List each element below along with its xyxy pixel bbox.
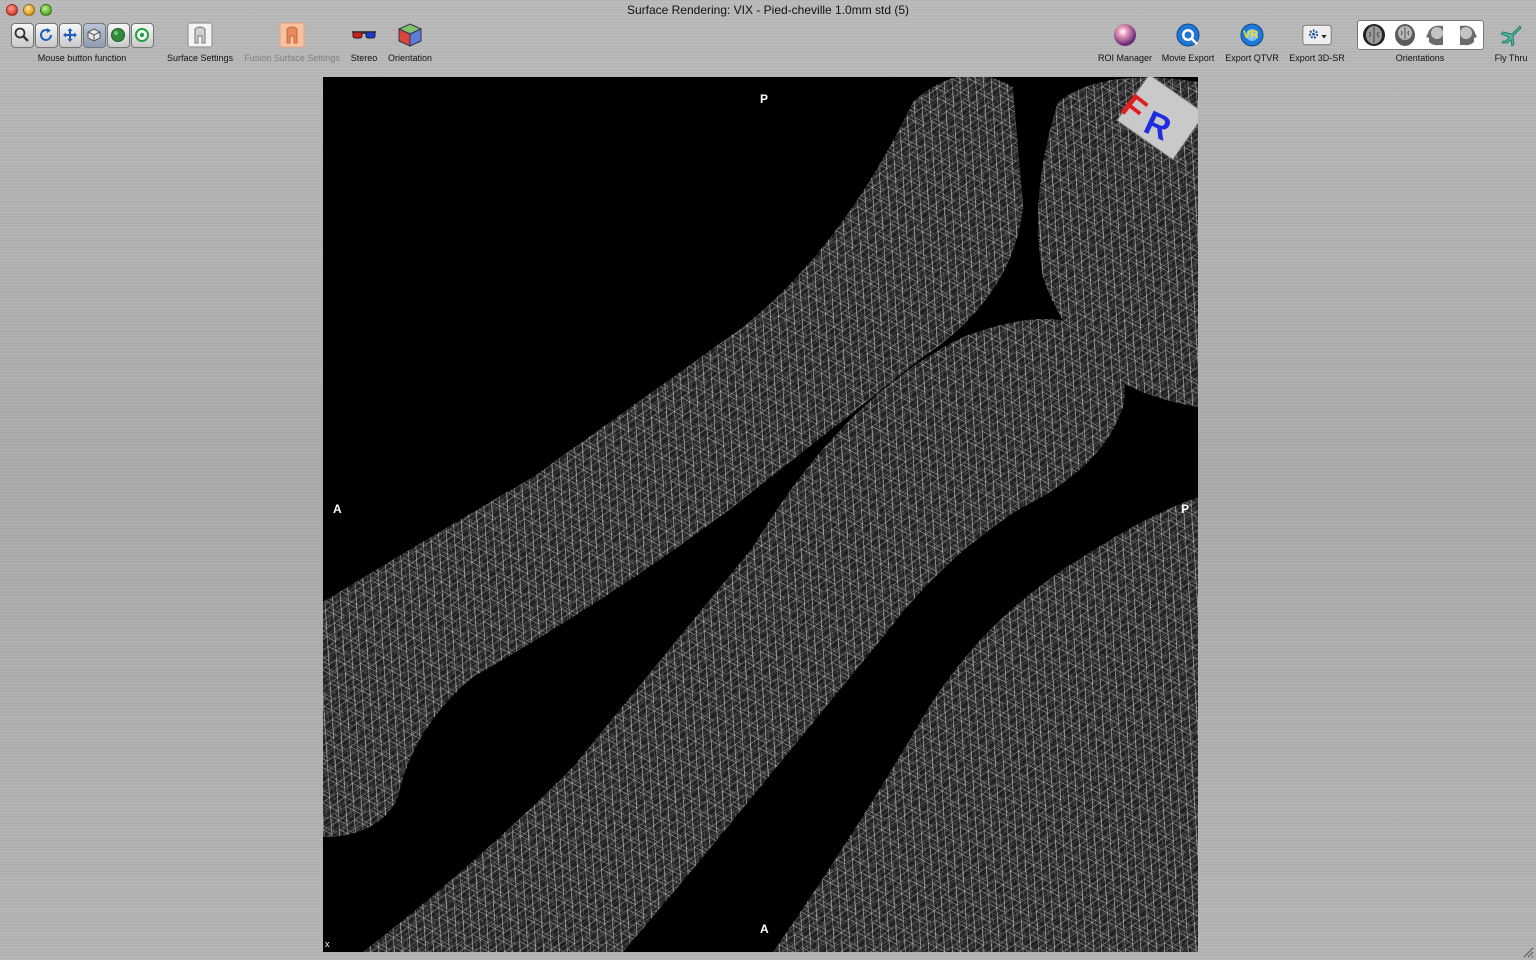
pan-tool-button[interactable] — [58, 22, 82, 48]
fusion-surface-settings-icon — [277, 20, 307, 50]
window-controls — [6, 4, 52, 16]
orientation-label-left: A — [333, 502, 342, 516]
window-title: Surface Rendering: VIX - Pied-cheville 1… — [626, 3, 910, 17]
stereo-button[interactable]: Stereo — [346, 20, 382, 63]
target-icon — [135, 28, 149, 42]
surface-rendering-window: Surface Rendering: VIX - Pied-cheville 1… — [0, 0, 1536, 960]
pan-icon — [63, 28, 77, 42]
coronal-orientation-button[interactable] — [1390, 20, 1420, 50]
axial-orientation-button[interactable] — [1359, 20, 1389, 50]
sagittal-right-orientation-button[interactable] — [1452, 20, 1482, 50]
roi-sphere-icon — [1110, 20, 1140, 50]
coronal-head-icon — [1394, 24, 1415, 46]
airplane-icon — [1496, 20, 1526, 50]
sagittal-left-head-icon — [1425, 25, 1443, 46]
orientation-cube-icon — [395, 20, 425, 50]
mouse-button-function-label: Mouse button function — [37, 53, 127, 63]
fusion-surface-settings-label: Fusion Surface Settings — [244, 53, 340, 63]
3d-rotate-icon — [87, 28, 101, 42]
resize-grip-icon[interactable] — [1522, 946, 1534, 958]
roi-manager-button[interactable]: ROI Manager — [1096, 20, 1154, 63]
stereo-glasses-icon — [349, 20, 379, 50]
3d-rotate-tool-button[interactable] — [82, 22, 106, 48]
export-3dsr-label: Export 3D-SR — [1289, 53, 1345, 63]
wl-tool-button[interactable] — [106, 22, 130, 48]
corner-marker: x — [325, 939, 330, 949]
roi-manager-label: ROI Manager — [1097, 53, 1153, 63]
zoom-window-button[interactable] — [40, 4, 52, 16]
fly-thru-button[interactable]: Fly Thru — [1490, 20, 1532, 63]
orientation-label-right: P — [1181, 502, 1190, 516]
axial-brain-icon — [1362, 24, 1385, 46]
mouse-tool-segments — [10, 20, 154, 50]
zoom-tool-button[interactable] — [10, 22, 34, 48]
fly-thru-label: Fly Thru — [1494, 53, 1528, 63]
toolbar: Mouse button function Surface Settings F… — [0, 20, 1536, 70]
crop-tool-button[interactable] — [130, 22, 154, 48]
orientations-group: Orientations — [1356, 20, 1484, 63]
surface-rendering-viewport[interactable]: P A P A x F R — [323, 77, 1198, 952]
export-3dsr-button[interactable]: Export 3D-SR — [1286, 20, 1348, 63]
close-window-button[interactable] — [6, 4, 18, 16]
orientations-segments — [1356, 20, 1484, 50]
zoom-icon — [14, 27, 29, 42]
orientation-button[interactable]: Orientation — [384, 20, 436, 63]
orientations-label: Orientations — [1395, 53, 1445, 63]
orientation-label: Orientation — [387, 53, 433, 63]
rotate-tool-button[interactable] — [34, 22, 58, 48]
mouse-button-function-group: Mouse button function — [8, 20, 156, 63]
export-3dsr-icon — [1302, 20, 1332, 50]
qtvr-icon: VR — [1237, 20, 1267, 50]
wireframe-mesh — [323, 77, 1198, 952]
qtvr-badge: VR — [1243, 29, 1259, 41]
movie-export-button[interactable]: Movie Export — [1158, 20, 1218, 63]
sagittal-left-orientation-button[interactable] — [1421, 20, 1451, 50]
fusion-surface-settings-button[interactable]: Fusion Surface Settings — [240, 20, 344, 63]
minimize-window-button[interactable] — [23, 4, 35, 16]
stereo-label: Stereo — [350, 53, 378, 63]
sagittal-right-head-icon — [1459, 25, 1477, 46]
export-qtvr-label: Export QTVR — [1225, 53, 1279, 63]
surface-settings-icon — [185, 20, 215, 50]
surface-settings-label: Surface Settings — [166, 53, 234, 63]
movie-export-label: Movie Export — [1161, 53, 1215, 63]
orientation-label-bottom: A — [760, 922, 769, 936]
surface-settings-button[interactable]: Surface Settings — [164, 20, 236, 63]
wl-icon — [111, 28, 125, 42]
rotate-icon — [40, 28, 52, 41]
orientation-label-top: P — [760, 92, 769, 106]
quicktime-icon — [1173, 20, 1203, 50]
titlebar: Surface Rendering: VIX - Pied-cheville 1… — [0, 0, 1536, 20]
export-qtvr-button[interactable]: VR Export QTVR — [1222, 20, 1282, 63]
